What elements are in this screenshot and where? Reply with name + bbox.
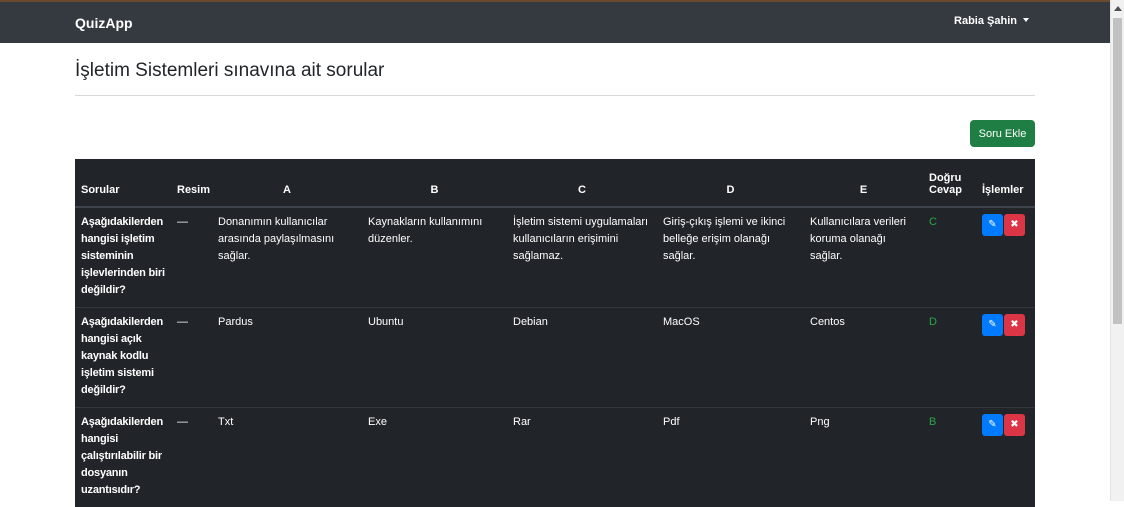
option-a: Pardus — [212, 308, 362, 408]
header-correct-line2: Cevap — [929, 184, 962, 196]
edit-button[interactable]: ✎ — [982, 414, 1003, 436]
option-d: MacOS — [657, 308, 804, 408]
table-row: Aşağıdakilerden hangisi açık kaynak kodl… — [75, 308, 1035, 408]
question-text: Aşağıdakilerden hangisi işletim sistemin… — [75, 207, 171, 308]
option-c: İşletim sistemi uygulamaları kullanıcıla… — [507, 207, 657, 308]
delete-button[interactable]: ✖ — [1004, 214, 1025, 236]
question-text: Aşağıdakilerden hangisi açık kaynak kodl… — [75, 308, 171, 408]
times-icon: ✖ — [1004, 314, 1025, 336]
vertical-scrollbar[interactable] — [1110, 0, 1124, 501]
option-e: Centos — [804, 308, 923, 408]
option-d: Pdf — [657, 408, 804, 507]
header-questions: Sorular — [75, 159, 171, 207]
image-cell: — — [171, 308, 212, 408]
table-row: Aşağıdakilerden hangisi çalıştırılabilir… — [75, 408, 1035, 507]
option-b: Kaynakların kullanımını düzenler. — [362, 207, 507, 308]
navbar-brand[interactable]: QuizApp — [75, 15, 133, 31]
user-name: Rabia Şahin — [954, 15, 1017, 27]
option-b: Ubuntu — [362, 308, 507, 408]
option-c: Debian — [507, 308, 657, 408]
header-option-c: C — [507, 159, 657, 207]
user-menu[interactable]: Rabia Şahin — [954, 15, 1029, 27]
page-title: İşletim Sistemleri sınavına ait sorular — [75, 60, 384, 82]
option-a: Donanımın kullanıcılar arasında paylaşıl… — [212, 207, 362, 308]
actions-cell: ✎✖ — [976, 408, 1035, 507]
scrollbar-thumb[interactable] — [1113, 18, 1122, 324]
table-row: Aşağıdakilerden hangisi işletim sistemin… — [75, 207, 1035, 308]
header-option-d: D — [657, 159, 804, 207]
edit-button[interactable]: ✎ — [982, 314, 1003, 336]
add-question-button[interactable]: Soru Ekle — [970, 120, 1035, 147]
header-correct-answer: DoğruCevap — [923, 159, 976, 207]
option-b: Exe — [362, 408, 507, 507]
pencil-icon: ✎ — [982, 214, 1003, 236]
header-actions: İşlemler — [976, 159, 1035, 207]
correct-answer: D — [923, 308, 976, 408]
image-cell: — — [171, 207, 212, 308]
image-cell: — — [171, 408, 212, 507]
option-e: Kullanıcılara verileri koruma olanağı sa… — [804, 207, 923, 308]
header-option-b: B — [362, 159, 507, 207]
delete-button[interactable]: ✖ — [1004, 314, 1025, 336]
times-icon: ✖ — [1004, 414, 1025, 436]
correct-answer: C — [923, 207, 976, 308]
actions-cell: ✎✖ — [976, 308, 1035, 408]
option-a: Txt — [212, 408, 362, 507]
header-option-e: E — [804, 159, 923, 207]
pencil-icon: ✎ — [982, 314, 1003, 336]
option-c: Rar — [507, 408, 657, 507]
actions-cell: ✎✖ — [976, 207, 1035, 308]
correct-answer: B — [923, 408, 976, 507]
title-divider — [75, 95, 1035, 96]
navbar: QuizApp Rabia Şahin — [0, 2, 1110, 43]
times-icon: ✖ — [1004, 214, 1025, 236]
pencil-icon: ✎ — [982, 414, 1003, 436]
option-d: Giriş-çıkış işlemi ve ikinci belleğe eri… — [657, 207, 804, 308]
option-e: Png — [804, 408, 923, 507]
header-correct-line1: Doğru — [929, 172, 961, 184]
question-text: Aşağıdakilerden hangisi çalıştırılabilir… — [75, 408, 171, 507]
edit-button[interactable]: ✎ — [982, 214, 1003, 236]
header-option-a: A — [212, 159, 362, 207]
header-image: Resim — [171, 159, 212, 207]
caret-down-icon — [1023, 18, 1029, 22]
table-header-row: Sorular Resim A B C D E DoğruCevap İşlem… — [75, 159, 1035, 207]
delete-button[interactable]: ✖ — [1004, 414, 1025, 436]
scroll-up-arrow-icon[interactable] — [1114, 6, 1122, 11]
questions-table: Sorular Resim A B C D E DoğruCevap İşlem… — [75, 159, 1035, 507]
